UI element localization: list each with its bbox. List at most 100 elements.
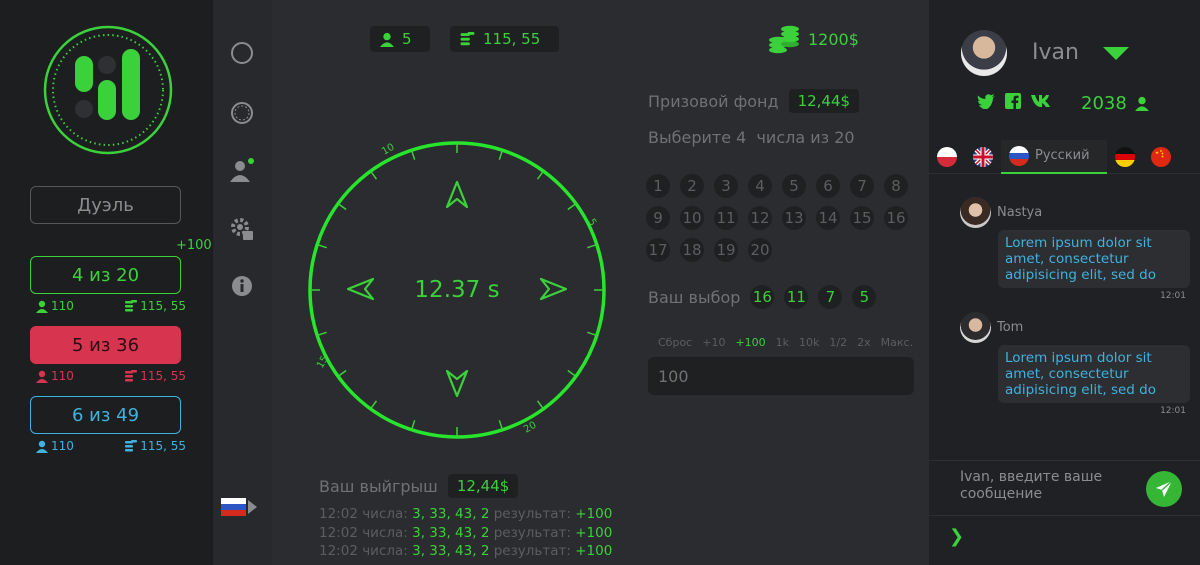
- social-links: [977, 93, 1053, 109]
- number-ball[interactable]: 11: [714, 206, 738, 230]
- info-icon[interactable]: [229, 273, 255, 299]
- number-ball[interactable]: 1: [646, 174, 670, 198]
- bet-1k-button[interactable]: 1k: [776, 336, 789, 349]
- players-pill: 5: [370, 26, 430, 52]
- bonus-label: +100: [176, 238, 212, 253]
- chevron-down-icon[interactable]: [1103, 47, 1129, 60]
- number-ball[interactable]: 19: [714, 238, 738, 262]
- send-button[interactable]: [1146, 471, 1182, 507]
- twitter-icon[interactable]: [977, 93, 995, 109]
- arrow-down-icon: [445, 369, 469, 398]
- china-flag-icon: [1151, 146, 1171, 167]
- number-ball[interactable]: 8: [884, 174, 908, 198]
- number-ball[interactable]: 4: [748, 174, 772, 198]
- pot-amount: 115, 55: [140, 369, 186, 383]
- tab-language-ru[interactable]: Русский: [1001, 139, 1107, 174]
- user-icon: [1134, 96, 1149, 111]
- dial-tick: [337, 202, 347, 211]
- duel-button[interactable]: Дуэль: [30, 186, 181, 224]
- dial-tick: [498, 149, 504, 160]
- chosen-number[interactable]: 16: [750, 285, 775, 309]
- mode-5-of-36-button[interactable]: 5 из 36: [30, 326, 181, 364]
- bet-double-button[interactable]: 2x: [857, 336, 871, 349]
- chosen-number[interactable]: 11: [784, 285, 809, 309]
- dial-tick: [567, 369, 577, 378]
- choose-instruction: Выберите 4 числа из 20: [648, 128, 855, 147]
- poland-flag-icon: [937, 146, 957, 167]
- pot-amount: 115, 55: [140, 439, 186, 453]
- settings-icon[interactable]: [229, 216, 255, 242]
- globe-outline-icon[interactable]: [229, 100, 255, 126]
- dial-tick: [587, 331, 598, 337]
- number-ball[interactable]: 5: [782, 174, 806, 198]
- number-ball[interactable]: 17: [646, 238, 670, 262]
- reset-bet-button[interactable]: Сброс: [658, 336, 692, 349]
- number-ball[interactable]: 10: [680, 206, 704, 230]
- bet-half-button[interactable]: 1/2: [829, 336, 847, 349]
- circle-outline-icon[interactable]: [229, 40, 255, 66]
- dial-tick: [410, 149, 416, 160]
- number-ball[interactable]: 7: [850, 174, 874, 198]
- bank-balance: 1200$: [768, 24, 859, 54]
- mode-6-of-49-button[interactable]: 6 из 49: [30, 396, 181, 434]
- number-ball[interactable]: 18: [680, 238, 704, 262]
- user-points: 2038: [1081, 93, 1149, 114]
- timer-dial: 10 5 15 20: [308, 141, 606, 439]
- bet-amount-input[interactable]: [648, 357, 914, 395]
- number-ball[interactable]: 12: [748, 206, 772, 230]
- players-count: 110: [51, 299, 74, 313]
- russia-flag-icon: [221, 498, 246, 516]
- vk-icon[interactable]: [1031, 94, 1053, 108]
- number-ball[interactable]: 20: [748, 238, 772, 262]
- coins-icon: [460, 31, 475, 45]
- mode-4-of-20-stats: 110 115, 55: [36, 299, 186, 313]
- number-ball[interactable]: 2: [680, 174, 704, 198]
- icon-rail: [212, 0, 272, 565]
- players-count: 110: [51, 369, 74, 383]
- facebook-icon[interactable]: [1005, 93, 1021, 109]
- pot-amount: 115, 55: [483, 30, 541, 48]
- quick-bet-buttons: Сброс +10 +100 1k 10k 1/2 2x Макс.: [658, 336, 913, 349]
- tab-language-gb[interactable]: [965, 146, 1001, 167]
- dial-tick: [369, 170, 378, 180]
- user-icon: [380, 32, 394, 47]
- number-ball[interactable]: 3: [714, 174, 738, 198]
- bet-10k-button[interactable]: 10k: [799, 336, 819, 349]
- number-ball[interactable]: 13: [782, 206, 806, 230]
- tab-language-pl[interactable]: [929, 146, 965, 167]
- number-ball[interactable]: 14: [816, 206, 840, 230]
- left-panel: Дуэль +100 4 из 20 110 115, 55 5 из 36 1…: [0, 0, 212, 565]
- number-ball[interactable]: 15: [850, 206, 874, 230]
- dial-tick: [337, 369, 347, 378]
- message-text: Lorem ipsum dolor sit amet, consectetur …: [998, 230, 1190, 288]
- bet-plus-10-button[interactable]: +10: [702, 336, 725, 349]
- user-online-icon[interactable]: [229, 158, 255, 184]
- avatar[interactable]: [960, 197, 991, 228]
- chevron-right-icon[interactable]: ❯: [949, 526, 964, 547]
- tab-language-cn[interactable]: [1143, 146, 1179, 167]
- avatar[interactable]: [961, 30, 1007, 76]
- number-ball[interactable]: 6: [816, 174, 840, 198]
- bet-max-button[interactable]: Макс.: [881, 336, 913, 349]
- number-ball[interactable]: 16: [884, 206, 908, 230]
- chosen-number[interactable]: 7: [818, 285, 843, 309]
- dial-tick: [567, 202, 577, 211]
- pot-amount: 115, 55: [140, 299, 186, 313]
- logo: [43, 25, 173, 155]
- bet-plus-100-button[interactable]: +100: [735, 336, 765, 349]
- history-row: 12:02 числа: 3, 33, 43, 2 результат: +10…: [319, 525, 613, 541]
- number-grid: 1 2 3 4 5 6 7 8 9 10 11 12 13 14 15 16 1…: [646, 174, 918, 262]
- chat-input[interactable]: Ivan, введите ваше сообщение: [960, 469, 1130, 503]
- points-value: 2038: [1081, 93, 1127, 114]
- user-icon: [36, 370, 48, 383]
- chosen-number[interactable]: 5: [852, 285, 877, 309]
- message-time: 12:01: [1160, 291, 1186, 301]
- players-count: 5: [402, 30, 412, 48]
- chat-message: Nastya Lorem ipsum dolor sit amet, conse…: [960, 197, 1190, 301]
- user-icon: [36, 300, 48, 313]
- language-switcher[interactable]: [221, 498, 257, 516]
- mode-4-of-20-button[interactable]: 4 из 20: [30, 256, 181, 294]
- tab-language-de[interactable]: [1107, 146, 1143, 167]
- number-ball[interactable]: 9: [646, 206, 670, 230]
- avatar[interactable]: [960, 312, 991, 343]
